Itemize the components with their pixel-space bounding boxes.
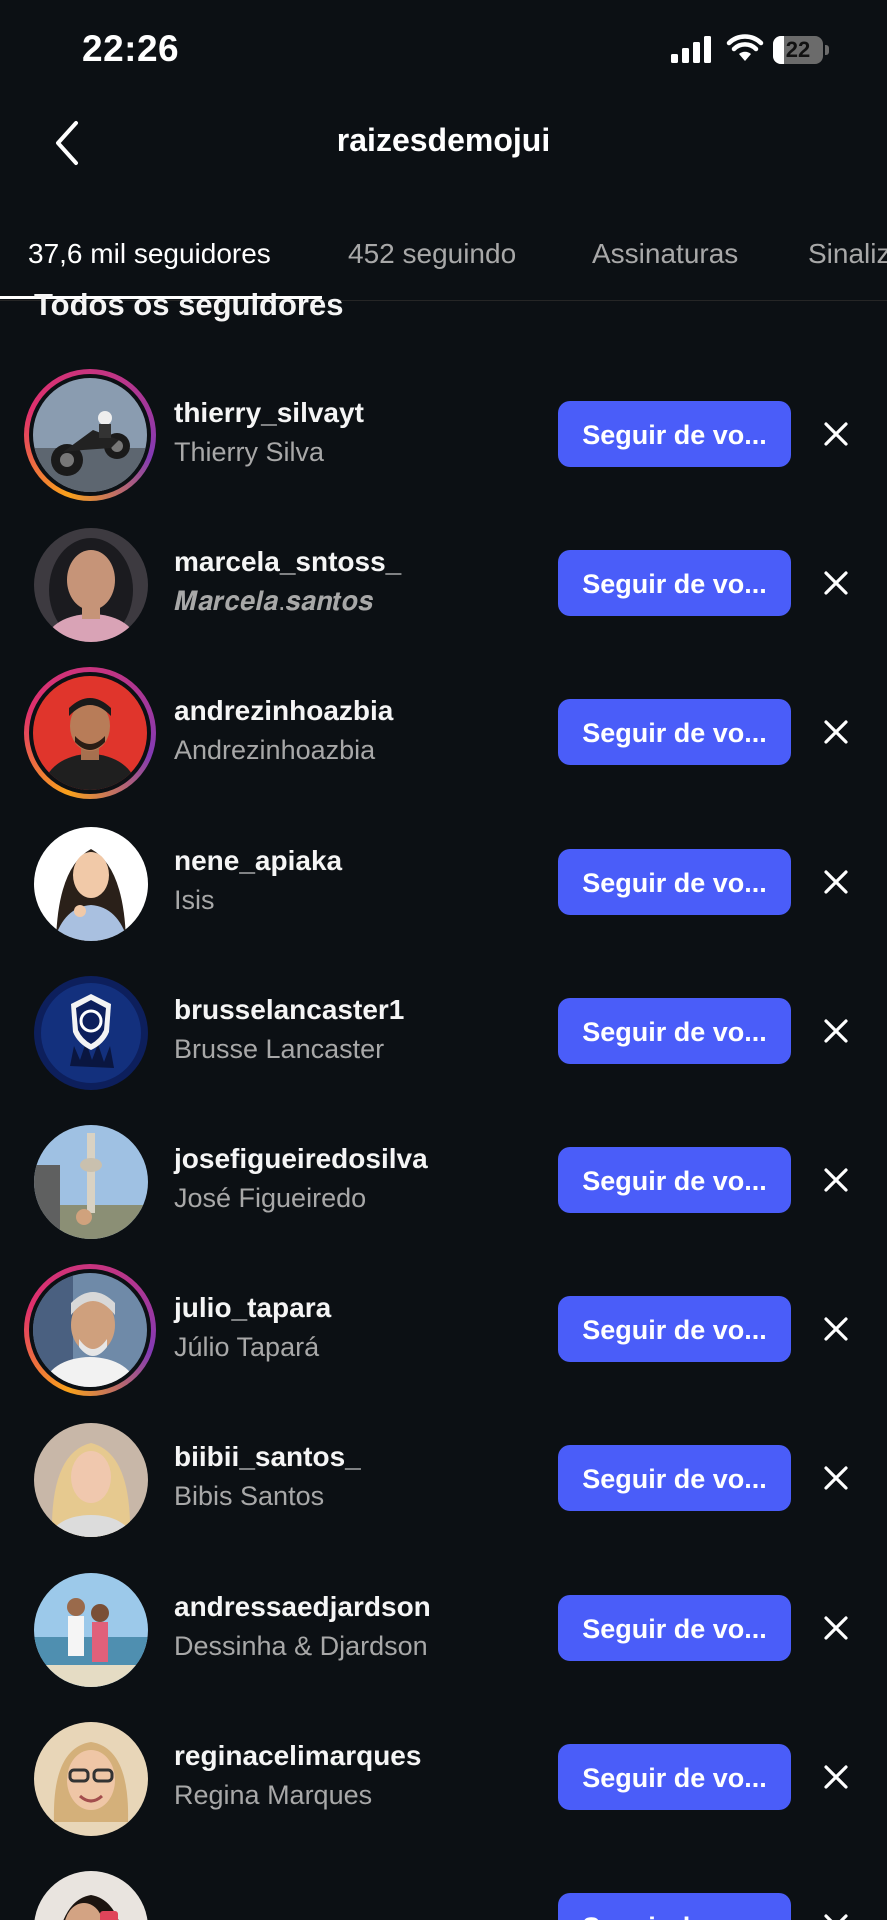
avatar[interactable] bbox=[34, 827, 148, 941]
follow-back-button[interactable]: Seguir de vo... bbox=[558, 1744, 791, 1810]
close-icon[interactable] bbox=[818, 1311, 854, 1347]
follow-back-button[interactable]: Seguir de vo... bbox=[558, 699, 791, 765]
follower-full-name: Andrezinhoazbia bbox=[174, 735, 376, 765]
tab-subscriptions[interactable]: Assinaturas bbox=[592, 238, 738, 270]
follower-full-name: Dessinha & Djardson bbox=[174, 1631, 428, 1661]
avatar-container[interactable] bbox=[24, 1413, 156, 1545]
avatar-story-ring[interactable] bbox=[24, 1264, 156, 1396]
follower-row[interactable]: nene_apiaka Isis Seguir de vo... bbox=[0, 807, 887, 956]
close-icon[interactable] bbox=[818, 1013, 854, 1049]
follow-back-button[interactable]: Seguir de vo... bbox=[558, 1445, 791, 1511]
avatar[interactable] bbox=[34, 1125, 148, 1239]
avatar-story-ring[interactable] bbox=[24, 369, 156, 501]
close-icon[interactable] bbox=[818, 416, 854, 452]
tab-followers[interactable]: 37,6 mil seguidores bbox=[28, 238, 271, 270]
follower-full-name: 𝑴𝒂𝒓𝒄𝒆𝒍𝒂.𝒔𝒂𝒏𝒕𝒐𝒔 bbox=[174, 586, 374, 616]
follow-back-button[interactable]: Seguir de vo... bbox=[558, 1147, 791, 1213]
follower-full-name: Brusse Lancaster bbox=[174, 1034, 385, 1064]
avatar[interactable] bbox=[33, 378, 147, 492]
follower-username[interactable]: andressaedjardson bbox=[174, 1591, 431, 1623]
avatar[interactable] bbox=[34, 1423, 148, 1537]
follower-row[interactable]: thierry_silvayt Thierry Silva Seguir de vo… bbox=[0, 359, 887, 508]
follower-row[interactable]: julio_tapara Júlio Tapará Seguir de vo... bbox=[0, 1254, 887, 1403]
follow-back-button[interactable]: Seguir de vo... bbox=[558, 998, 791, 1064]
follower-row[interactable]: biibii_santos_ Bibis Santos Seguir de vo..… bbox=[0, 1403, 887, 1552]
avatar[interactable] bbox=[33, 676, 147, 790]
follower-row[interactable]: andressaedjardson Dessinha & Djardson Segu… bbox=[0, 1553, 887, 1702]
status-time: 22:26 bbox=[82, 28, 180, 69]
follower-username[interactable]: andrezinhoazbia bbox=[174, 695, 393, 727]
follower-row[interactable]: Seguir de vo... bbox=[0, 1851, 887, 1920]
story-ring-gap bbox=[29, 374, 151, 496]
story-ring-gap bbox=[29, 1269, 151, 1391]
close-icon[interactable] bbox=[818, 714, 854, 750]
battery-icon: 22 bbox=[773, 36, 830, 64]
section-title: Todos os seguidores bbox=[34, 287, 344, 322]
follow-back-button[interactable]: Seguir de vo... bbox=[558, 1595, 791, 1661]
avatar-container[interactable] bbox=[24, 966, 156, 1098]
follower-full-name: José Figueiredo bbox=[174, 1183, 367, 1213]
follower-full-name: Bibis Santos bbox=[174, 1481, 325, 1511]
follow-back-button[interactable]: Seguir de vo... bbox=[558, 1893, 791, 1920]
avatar-container[interactable] bbox=[24, 1712, 156, 1844]
header: raizesdemojui bbox=[0, 100, 887, 190]
follower-full-name: Regina Marques bbox=[174, 1780, 373, 1810]
follow-back-button[interactable]: Seguir de vo... bbox=[558, 550, 791, 616]
follower-row[interactable]: marcela_sntoss_ 𝑴𝒂𝒓𝒄𝒆𝒍𝒂.𝒔𝒂𝒏𝒕𝒐𝒔 Seguir de v… bbox=[0, 508, 887, 657]
follower-username[interactable]: thierry_silvayt bbox=[174, 397, 364, 429]
avatar[interactable] bbox=[34, 1871, 148, 1920]
follower-username[interactable]: reginacelimarques bbox=[174, 1740, 421, 1772]
follower-row[interactable]: brusselancaster1 Brusse Lancaster Seguir d… bbox=[0, 956, 887, 1105]
avatar-container[interactable] bbox=[24, 817, 156, 949]
avatar-container[interactable] bbox=[24, 1115, 156, 1247]
avatar-container[interactable] bbox=[24, 1563, 156, 1695]
tab-following[interactable]: 452 seguindo bbox=[348, 238, 516, 270]
avatar-container[interactable] bbox=[24, 518, 156, 650]
avatar[interactable] bbox=[33, 1273, 147, 1387]
follower-full-name: Isis bbox=[174, 885, 215, 915]
avatar-story-ring[interactable] bbox=[24, 667, 156, 799]
close-icon[interactable] bbox=[818, 565, 854, 601]
follower-username[interactable]: brusselancaster1 bbox=[174, 994, 404, 1026]
avatar[interactable] bbox=[34, 1722, 148, 1836]
profile-username-title: raizesdemojui bbox=[336, 122, 551, 158]
tab-flagged[interactable]: Sinaliz bbox=[808, 238, 887, 270]
follower-username[interactable]: nene_apiaka bbox=[174, 845, 342, 877]
follow-back-button[interactable]: Seguir de vo... bbox=[558, 849, 791, 915]
close-icon[interactable] bbox=[818, 1759, 854, 1795]
avatar[interactable] bbox=[34, 1573, 148, 1687]
followers-screen: 22:26 22 raizesdemojui 37,6 mil seguidor… bbox=[0, 0, 887, 1920]
close-icon[interactable] bbox=[818, 1610, 854, 1646]
avatar-container[interactable] bbox=[24, 1861, 156, 1920]
follower-row[interactable]: andrezinhoazbia Andrezinhoazbia Seguir de … bbox=[0, 657, 887, 806]
story-ring-gap bbox=[29, 672, 151, 794]
signal-icon bbox=[671, 36, 711, 63]
status-bar: 22:26 22 bbox=[0, 0, 887, 100]
wifi-icon bbox=[726, 34, 764, 61]
follower-full-name: Thierry Silva bbox=[174, 437, 325, 467]
close-icon[interactable] bbox=[818, 864, 854, 900]
follower-row[interactable]: reginacelimarques Regina Marques Seguir de… bbox=[0, 1702, 887, 1851]
avatar[interactable] bbox=[34, 976, 148, 1090]
close-icon[interactable] bbox=[818, 1162, 854, 1198]
follower-row[interactable]: josefigueiredosilva José Figueiredo Seguir… bbox=[0, 1105, 887, 1254]
follow-back-button[interactable]: Seguir de vo... bbox=[558, 1296, 791, 1362]
follower-username[interactable]: biibii_santos_ bbox=[174, 1441, 361, 1473]
battery-level: 22 bbox=[785, 37, 811, 62]
follower-full-name: Júlio Tapará bbox=[174, 1332, 320, 1362]
avatar[interactable] bbox=[34, 528, 148, 642]
follower-username[interactable]: josefigueiredosilva bbox=[174, 1143, 428, 1175]
follower-username[interactable]: marcela_sntoss_ bbox=[174, 546, 401, 578]
close-icon[interactable] bbox=[818, 1460, 854, 1496]
follower-username[interactable]: julio_tapara bbox=[174, 1292, 331, 1324]
close-icon[interactable] bbox=[818, 1908, 854, 1920]
follow-back-button[interactable]: Seguir de vo... bbox=[558, 401, 791, 467]
